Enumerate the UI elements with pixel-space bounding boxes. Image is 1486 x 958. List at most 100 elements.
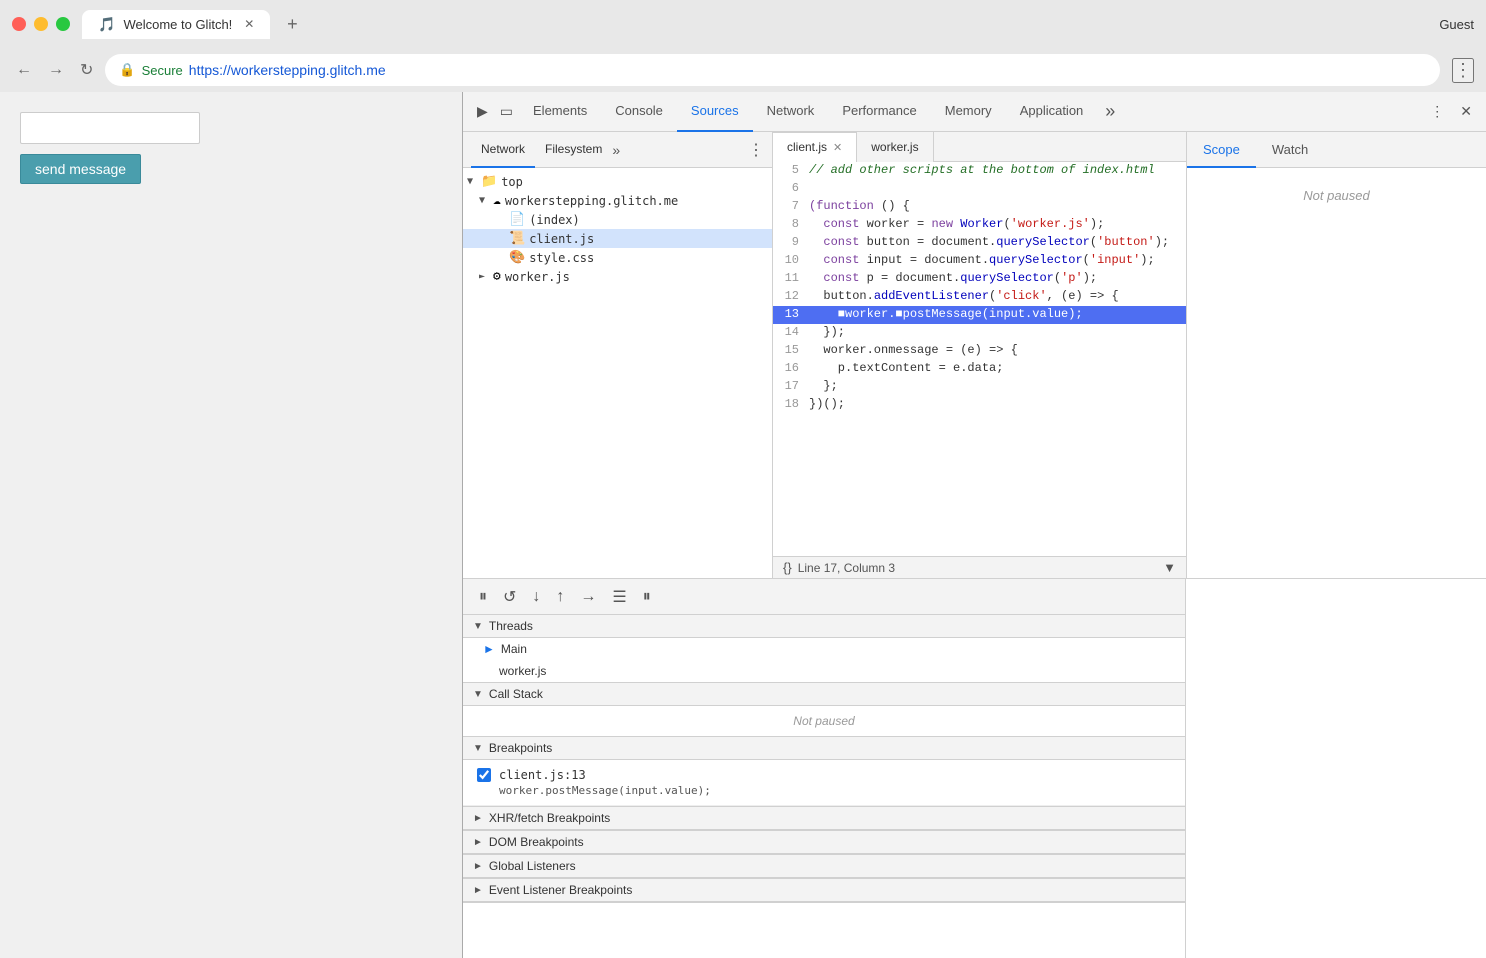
line-content-12: button.addEventListener('click', (e) => … (809, 288, 1119, 306)
tab-watch[interactable]: Watch (1256, 132, 1324, 168)
code-line-10: 10 const input = document.querySelector(… (773, 252, 1186, 270)
browser-more-button[interactable]: ⋮ (1452, 58, 1474, 83)
call-stack-header[interactable]: ▼ Call Stack (463, 683, 1185, 706)
inspect-element-button[interactable]: ▶ (471, 99, 494, 124)
xhr-breakpoints-section: ► XHR/fetch Breakpoints (463, 807, 1185, 831)
code-tab-clientjs[interactable]: client.js ✕ (773, 132, 857, 162)
step-button[interactable]: → (574, 584, 602, 610)
tab-scope[interactable]: Scope (1187, 132, 1256, 168)
line-num-16: 16 (773, 360, 809, 378)
code-tab-close-clientjs[interactable]: ✕ (833, 141, 842, 154)
dom-breakpoints-header[interactable]: ► DOM Breakpoints (463, 831, 1185, 854)
tab-performance[interactable]: Performance (828, 92, 930, 132)
address-bar: ← → ↻ 🔒 Secure https://workerstepping.gl… (0, 48, 1486, 92)
tab-memory[interactable]: Memory (931, 92, 1006, 132)
reload-button[interactable]: ↻ (76, 56, 97, 84)
file-panel-tab-filesystem[interactable]: Filesystem (535, 132, 612, 168)
deactivate-breakpoints-button[interactable]: ☰ (606, 583, 632, 611)
code-line-5: 5 // add other scripts at the bottom of … (773, 162, 1186, 180)
thread-workerjs[interactable]: worker.js (463, 660, 1185, 682)
code-tab-label-workerjs: worker.js (871, 140, 918, 154)
status-bar: {} Line 17, Column 3 ▼ (773, 556, 1186, 578)
devtools-close-button[interactable]: ✕ (1454, 99, 1478, 124)
tab-console[interactable]: Console (601, 92, 677, 132)
tab-elements[interactable]: Elements (519, 92, 601, 132)
file-panel-more-button[interactable]: » (612, 142, 620, 158)
code-area[interactable]: 5 // add other scripts at the bottom of … (773, 162, 1186, 556)
event-breakpoints-label: Event Listener Breakpoints (489, 883, 632, 897)
back-button[interactable]: ← (12, 57, 36, 83)
browser-tab[interactable]: 🎵 Welcome to Glitch! ✕ (82, 10, 270, 39)
thread-main[interactable]: ► Main (463, 638, 1185, 660)
tree-item-clientjs[interactable]: 📜 client.js (463, 229, 772, 248)
threads-header[interactable]: ▼ Threads (463, 615, 1185, 638)
code-line-12: 12 button.addEventListener('click', (e) … (773, 288, 1186, 306)
devtools-split: Network Filesystem » ⋮ ▼ 📁 top (463, 132, 1486, 958)
step-into-button[interactable]: ↓ (526, 584, 546, 610)
maximize-window-button[interactable] (56, 17, 70, 31)
file-panel-tab-network[interactable]: Network (471, 132, 535, 168)
line-num-11: 11 (773, 270, 809, 288)
tree-item-top[interactable]: ▼ 📁 top (463, 172, 772, 191)
tab-application[interactable]: Application (1006, 92, 1098, 132)
xhr-breakpoints-label: XHR/fetch Breakpoints (489, 811, 610, 825)
forward-button[interactable]: → (44, 57, 68, 83)
code-line-6: 6 (773, 180, 1186, 198)
pause-on-exceptions-button[interactable]: ⏸ (637, 584, 657, 610)
close-window-button[interactable] (12, 17, 26, 31)
code-panel: client.js ✕ worker.js 5 // add other scr… (773, 132, 1186, 578)
file-panel-menu-button[interactable]: ⋮ (748, 140, 764, 160)
file-panel: Network Filesystem » ⋮ ▼ 📁 top (463, 132, 773, 578)
line-num-5: 5 (773, 162, 809, 180)
url-bar[interactable]: 🔒 Secure https://workerstepping.glitch.m… (105, 54, 1440, 86)
breakpoint-label-0: client.js:13 (477, 768, 1171, 782)
tree-item-index[interactable]: 📄 (index) (463, 210, 772, 229)
minimize-window-button[interactable] (34, 17, 48, 31)
page-content: send message (0, 92, 462, 958)
tree-item-workerjs[interactable]: ► ⚙ worker.js (463, 267, 772, 286)
right-tabs: Scope Watch (1187, 132, 1486, 168)
devtools-settings-button[interactable]: ⋮ (1424, 99, 1450, 124)
tab-favicon: 🎵 (98, 16, 115, 33)
xhr-breakpoints-header[interactable]: ► XHR/fetch Breakpoints (463, 807, 1185, 830)
step-out-button[interactable]: ↑ (550, 584, 570, 610)
line-content-15: worker.onmessage = (e) => { (809, 342, 1018, 360)
cloud-icon: ☁ (493, 193, 501, 208)
breakpoint-checkbox-0[interactable] (477, 768, 491, 782)
code-tab-workerjs[interactable]: worker.js (857, 132, 933, 162)
line-num-10: 10 (773, 252, 809, 270)
code-line-18: 18 })(); (773, 396, 1186, 414)
send-message-button[interactable]: send message (20, 154, 141, 184)
not-paused-label: Not paused (1187, 188, 1486, 203)
tab-sources[interactable]: Sources (677, 92, 753, 132)
status-curly-icon: {} (783, 560, 792, 575)
tree-spacer-clientjs (495, 233, 505, 244)
line-content-8: const worker = new Worker('worker.js'); (809, 216, 1104, 234)
step-over-button[interactable]: ↺ (497, 583, 522, 611)
line-num-12: 12 (773, 288, 809, 306)
tree-item-domain[interactable]: ▼ ☁ workerstepping.glitch.me (463, 191, 772, 210)
tab-close-button[interactable]: ✕ (244, 17, 254, 31)
global-listeners-header[interactable]: ► Global Listeners (463, 855, 1185, 878)
new-tab-button[interactable]: + (278, 10, 306, 38)
code-line-13[interactable]: 13 ■worker.■postMessage(input.value); (773, 306, 1186, 324)
threads-content: ► Main worker.js (463, 638, 1185, 682)
tree-item-stylecss[interactable]: 🎨 style.css (463, 248, 772, 267)
devtools-more-tabs-button[interactable]: » (1097, 97, 1123, 126)
line-content-17: }; (809, 378, 838, 396)
message-input[interactable] (20, 112, 200, 144)
tab-bar: 🎵 Welcome to Glitch! ✕ + (82, 10, 306, 39)
gear-icon: ⚙ (493, 269, 501, 284)
global-listeners-arrow: ► (473, 861, 483, 872)
thread-main-label: Main (501, 642, 527, 656)
device-toolbar-button[interactable]: ▭ (494, 99, 519, 124)
threads-section: ▼ Threads ► Main worker.js (463, 615, 1185, 683)
status-right-arrow[interactable]: ▼ (1163, 560, 1176, 575)
event-breakpoints-header[interactable]: ► Event Listener Breakpoints (463, 879, 1185, 902)
pause-button[interactable]: ⏸ (473, 584, 493, 610)
event-breakpoints-section: ► Event Listener Breakpoints (463, 879, 1185, 903)
breakpoints-header[interactable]: ▼ Breakpoints (463, 737, 1185, 760)
tab-network[interactable]: Network (753, 92, 829, 132)
threads-label: Threads (489, 619, 533, 633)
url-text: https://workerstepping.glitch.me (189, 62, 386, 78)
